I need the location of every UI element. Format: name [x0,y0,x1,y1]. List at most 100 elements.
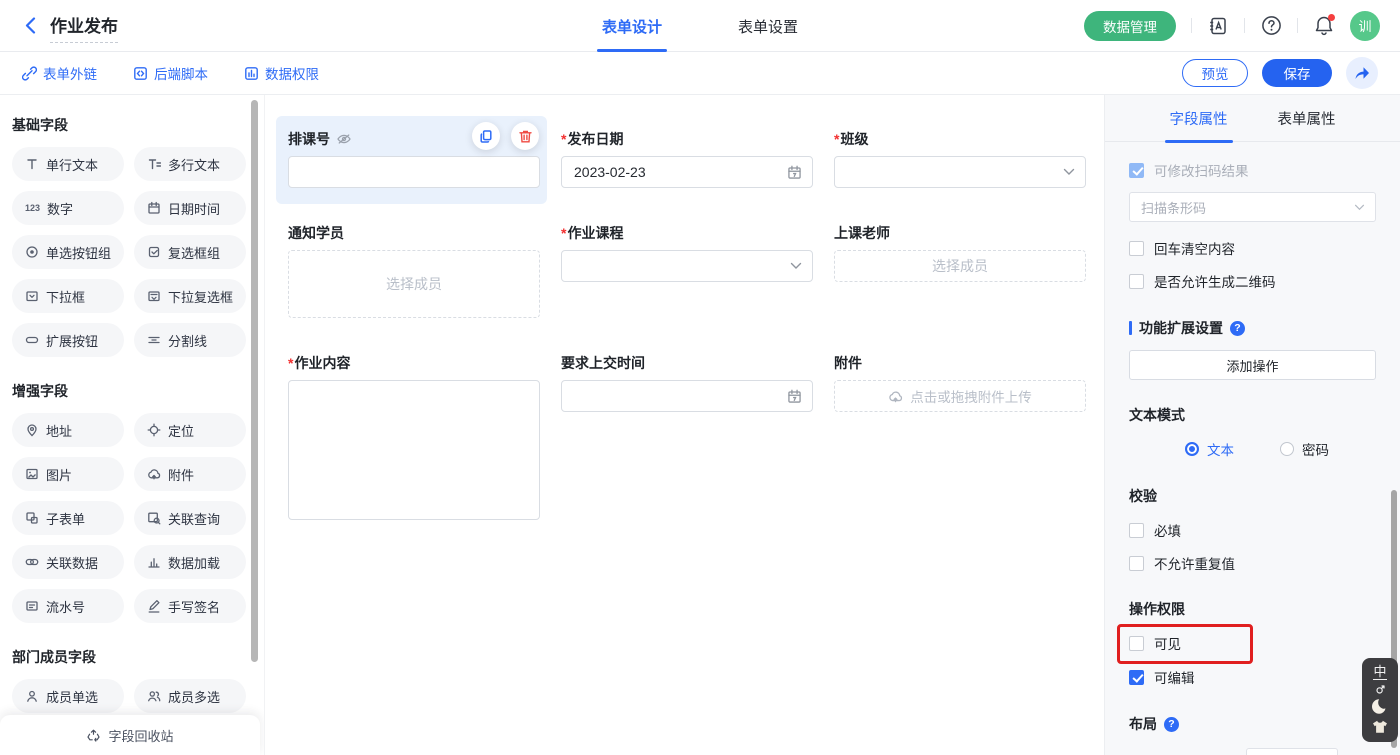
checkbox-visible[interactable]: 可见 [1129,633,1376,653]
sidebar-item-data-load[interactable]: 数据加载 [134,545,246,579]
delete-field-button[interactable] [511,122,539,150]
page-title[interactable]: 作业发布 [50,12,118,43]
tab-field-properties[interactable]: 字段属性 [1170,95,1228,142]
item-label: 子表单 [46,509,85,528]
radio-text-mode-password[interactable]: 密码 [1280,439,1329,459]
form-external-link[interactable]: 表单外链 [22,63,97,83]
attachment-upload-area[interactable]: 点击或拖拽附件上传 [834,380,1086,412]
checkbox-label: 可编辑 [1154,667,1195,687]
class-select[interactable] [834,156,1086,188]
sidebar-item-checkbox-group[interactable]: 复选框组 [134,235,246,269]
cloud-upload-icon [888,389,903,404]
homework-content-textarea[interactable] [288,380,540,520]
sidebar-item-divider-line[interactable]: 分割线 [134,323,246,357]
field-submit-deadline[interactable]: 要求上交时间 [561,355,813,412]
checkbox-editable-scan-result[interactable]: 可修改扫码结果 [1129,160,1376,180]
sidebar-item-linked-data[interactable]: 关联数据 [12,545,124,579]
sidebar-item-multi-line-text[interactable]: 多行文本 [134,147,246,181]
publish-date-input[interactable]: 2023-02-23 [561,156,813,188]
switch-icon[interactable] [1376,685,1385,694]
sidebar-item-location[interactable]: 定位 [134,413,246,447]
field-teacher[interactable]: 上课老师 选择成员 [834,225,1086,282]
checkbox-no-duplicate[interactable]: 不允许重复值 [1129,553,1376,573]
item-label: 数字 [47,199,73,218]
sidebar-item-radio-group[interactable]: 单选按钮组 [12,235,124,269]
sidebar-item-extend-button[interactable]: 扩展按钮 [12,323,124,357]
chevron-down-icon [1063,168,1075,176]
share-button[interactable] [1346,57,1378,89]
checkbox-enter-clear[interactable]: 回车清空内容 [1129,238,1376,258]
select-icon [25,289,39,303]
add-action-button[interactable]: 添加操作 [1129,350,1376,380]
field-publish-date[interactable]: *发布日期 2023-02-23 [561,131,813,188]
sidebar-item-number[interactable]: 123 数字 [12,191,124,225]
image-icon [25,467,39,481]
divider [1244,18,1245,33]
multi-line-text-icon [147,157,161,171]
schedule-number-input[interactable] [288,156,540,188]
theme-shirt-icon[interactable] [1372,720,1388,734]
field-recycle-bin[interactable]: 字段回收站 [0,715,260,755]
back-icon[interactable] [20,16,40,36]
field-attachment[interactable]: 附件 点击或拖拽附件上传 [834,355,1086,412]
notification-bell-icon[interactable] [1313,15,1335,37]
tab-form-design[interactable]: 表单设计 [602,0,662,52]
sidebar-item-image[interactable]: 图片 [12,457,124,491]
tab-form-settings[interactable]: 表单设置 [738,0,798,52]
homework-course-select[interactable] [561,250,813,282]
sidebar-item-single-line-text[interactable]: 单行文本 [12,147,124,181]
tab-form-properties[interactable]: 表单属性 [1278,95,1336,142]
field-width-select[interactable]: 1/3 [1246,748,1338,755]
field-homework-content[interactable]: *作业内容 [288,355,540,520]
sidebar-item-member-single[interactable]: 成员单选 [12,679,124,713]
sidebar-item-multi-select[interactable]: 下拉复选框 [134,279,246,313]
divider-line-icon [147,333,161,347]
backend-script-link[interactable]: 后端脚本 [133,63,208,83]
language-toggle-icon[interactable]: 中 [1373,665,1386,680]
checkbox-required[interactable]: 必填 [1129,520,1376,540]
field-class[interactable]: *班级 [834,131,1086,188]
sidebar-item-serial-number[interactable]: 流水号 [12,589,124,623]
scan-mode-select[interactable]: 扫描条形码 [1129,192,1376,222]
field-homework-course[interactable]: *作业课程 [561,225,813,282]
submit-deadline-input[interactable] [561,380,813,412]
avatar[interactable]: 训 [1350,11,1380,41]
preview-button[interactable]: 预览 [1182,59,1248,87]
notification-dot [1328,14,1335,21]
checkbox-box [1129,556,1144,571]
sidebar-item-member-multi[interactable]: 成员多选 [134,679,246,713]
calendar-icon [147,201,161,215]
data-permission-link[interactable]: 数据权限 [244,63,319,83]
help-badge-icon[interactable]: ? [1230,321,1245,336]
checkbox-allow-qrcode[interactable]: 是否允许生成二维码 [1129,271,1376,291]
dark-mode-moon-icon[interactable] [1372,698,1389,715]
app-header: 作业发布 表单设计 表单设置 数据管理 训 [0,0,1400,52]
sidebar-item-address[interactable]: 地址 [12,413,124,447]
address-book-icon[interactable] [1207,15,1229,37]
help-icon[interactable] [1260,15,1282,37]
sidebar-item-select[interactable]: 下拉框 [12,279,124,313]
teacher-picker[interactable]: 选择成员 [834,250,1086,282]
sidebar-item-subform[interactable]: 子表单 [12,501,124,535]
item-label: 分割线 [168,331,207,350]
sidebar-item-attachment[interactable]: 附件 [134,457,246,491]
radio-text-mode-text[interactable]: 文本 [1185,439,1234,459]
section-title-label: 操作权限 [1129,599,1185,619]
save-button[interactable]: 保存 [1262,59,1332,87]
sidebar-scrollbar[interactable] [251,100,258,662]
required-mark: * [288,355,293,371]
sidebar-item-signature[interactable]: 手写签名 [134,589,246,623]
linked-data-icon [25,555,39,569]
field-notify-students[interactable]: 通知学员 选择成员 [288,225,540,318]
field-schedule-number[interactable]: 排课号 [288,131,540,188]
data-manage-button[interactable]: 数据管理 [1084,11,1176,41]
form-toolbar: 表单外链 后端脚本 数据权限 预览 保存 [0,52,1400,95]
item-label: 单行文本 [46,155,98,174]
help-badge-icon[interactable]: ? [1164,717,1179,732]
sidebar-item-datetime[interactable]: 日期时间 [134,191,246,225]
sidebar-item-lookup-query[interactable]: 关联查询 [134,501,246,535]
notify-students-picker[interactable]: 选择成员 [288,250,540,318]
copy-field-button[interactable] [472,122,500,150]
checkbox-editable[interactable]: 可编辑 [1129,667,1376,687]
item-label: 流水号 [46,597,85,616]
